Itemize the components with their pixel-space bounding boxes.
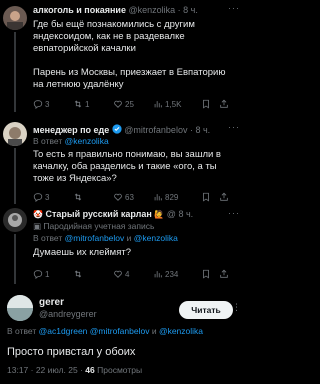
share-icon — [220, 269, 228, 278]
mention-link[interactable]: @kenzolika — [159, 326, 203, 336]
thread-line — [14, 148, 16, 204]
avatar-image — [7, 295, 33, 321]
tweet-time[interactable]: · 8 ч. — [190, 125, 210, 135]
author-handle[interactable]: @kenzolika — [128, 5, 175, 15]
like-icon — [114, 193, 122, 201]
share-button[interactable] — [219, 99, 229, 109]
emoji-icon: 🤡 — [33, 210, 43, 219]
thread-line — [14, 32, 16, 112]
mention-link[interactable]: @kenzolika — [134, 233, 178, 243]
tweet-text: Где бы ещё познакомились с другим яндекс… — [33, 19, 226, 90]
mention-link[interactable]: @ac1dgreen — [39, 326, 88, 336]
retweet-button[interactable] — [73, 269, 83, 279]
reply-button[interactable]: 3 — [33, 99, 49, 109]
avatar[interactable] — [7, 295, 33, 321]
share-icon — [220, 99, 228, 108]
like-button[interactable]: 25 — [113, 99, 134, 109]
reply-context: В ответ @ac1dgreen @mitrofanbelov и @ken… — [7, 326, 204, 336]
avatar[interactable] — [3, 208, 27, 232]
author-name[interactable]: алкоголь и покаяние — [33, 5, 126, 15]
views-button[interactable]: 829 — [153, 192, 178, 202]
bookmark-icon — [203, 192, 209, 202]
avatar[interactable] — [3, 6, 27, 30]
timestamp[interactable]: 13:17 · 22 июл. 25 · — [7, 365, 83, 375]
author-name[interactable]: менеджер по еде — [33, 125, 109, 135]
retweet-icon — [74, 270, 82, 278]
more-icon[interactable]: ··· — [228, 3, 240, 13]
views-button[interactable]: 1,5K — [153, 99, 181, 109]
share-button[interactable] — [219, 192, 229, 202]
tweet-kenzolika[interactable]: алкоголь и покаяние @kenzolika · 8 ч. ··… — [0, 0, 243, 118]
author-name[interactable]: gerer — [39, 297, 64, 308]
bookmark-icon — [203, 99, 209, 109]
emoji-icon: 🙋 — [154, 210, 165, 219]
avatar[interactable] — [3, 122, 27, 146]
main-tweet-text: Просто привстал у обоих — [7, 346, 136, 358]
reply-icon — [33, 193, 43, 202]
tweet-carlan[interactable]: 🤡 Старый русский карлан 🙋 @ 8 ч. ··· ▣ П… — [0, 204, 243, 286]
avatar-image — [7, 11, 23, 30]
retweet-icon — [74, 100, 82, 108]
share-icon — [220, 192, 228, 201]
bookmark-button[interactable] — [201, 269, 211, 279]
tweet-text: Думаешь их клеймят? — [33, 247, 131, 258]
bookmark-icon — [203, 269, 209, 279]
tweet-text: То есть я правильно понимаю, вы зашли в … — [33, 149, 221, 184]
tweet-meta: 13:17 · 22 июл. 25 · 46 Просмотры — [7, 365, 142, 375]
parody-icon: ▣ — [33, 221, 42, 231]
more-icon[interactable]: ⋮ — [232, 302, 242, 313]
views-count: 46 — [85, 365, 95, 375]
author-handle[interactable]: @mitrofanbelov — [124, 125, 187, 135]
views-label: Просмотры — [97, 365, 143, 375]
parody-label: ▣ Пародийная учетная запись — [33, 221, 155, 231]
tweet-time[interactable]: 8 ч. — [178, 209, 193, 219]
retweet-icon — [74, 193, 82, 201]
retweet-button[interactable] — [73, 192, 83, 202]
retweet-button[interactable]: 1 — [73, 99, 89, 109]
share-button[interactable] — [219, 269, 229, 279]
views-button[interactable]: 234 — [153, 269, 178, 279]
like-button[interactable]: 4 — [113, 269, 129, 279]
reply-context: В ответ @kenzolika — [33, 136, 109, 146]
more-icon[interactable]: ··· — [228, 208, 240, 218]
reply-icon — [33, 100, 43, 109]
more-icon[interactable]: ··· — [228, 122, 240, 132]
reply-icon — [33, 270, 43, 279]
reply-context: В ответ @mitrofanbelov и @kenzolika — [33, 233, 178, 243]
mention-link[interactable]: @mitrofanbelov — [90, 326, 150, 336]
like-icon — [114, 100, 122, 108]
verified-icon — [112, 124, 122, 134]
like-icon — [114, 270, 122, 278]
avatar-image — [8, 213, 22, 227]
author-handle[interactable]: @andreygerer — [39, 309, 97, 319]
author-name[interactable]: Старый русский карлан — [45, 209, 151, 219]
views-icon — [154, 271, 162, 278]
mention-link[interactable]: @kenzolika — [65, 136, 109, 146]
reply-button[interactable]: 1 — [33, 269, 49, 279]
mention-link[interactable]: @mitrofanbelov — [65, 233, 125, 243]
avatar-image — [8, 127, 22, 146]
views-icon — [154, 101, 162, 108]
thread-line — [14, 234, 16, 284]
follow-button[interactable]: Читать — [179, 301, 233, 319]
tweet-mitrofanbelov[interactable]: менеджер по еде @mitrofanbelov · 8 ч. ··… — [0, 118, 243, 204]
like-button[interactable]: 63 — [113, 192, 134, 202]
views-icon — [154, 194, 162, 201]
bookmark-button[interactable] — [201, 99, 211, 109]
reply-button[interactable]: 3 — [33, 192, 49, 202]
bookmark-button[interactable] — [201, 192, 211, 202]
author-handle[interactable]: @ — [167, 209, 176, 219]
tweet-time[interactable]: · 8 ч. — [178, 5, 198, 15]
